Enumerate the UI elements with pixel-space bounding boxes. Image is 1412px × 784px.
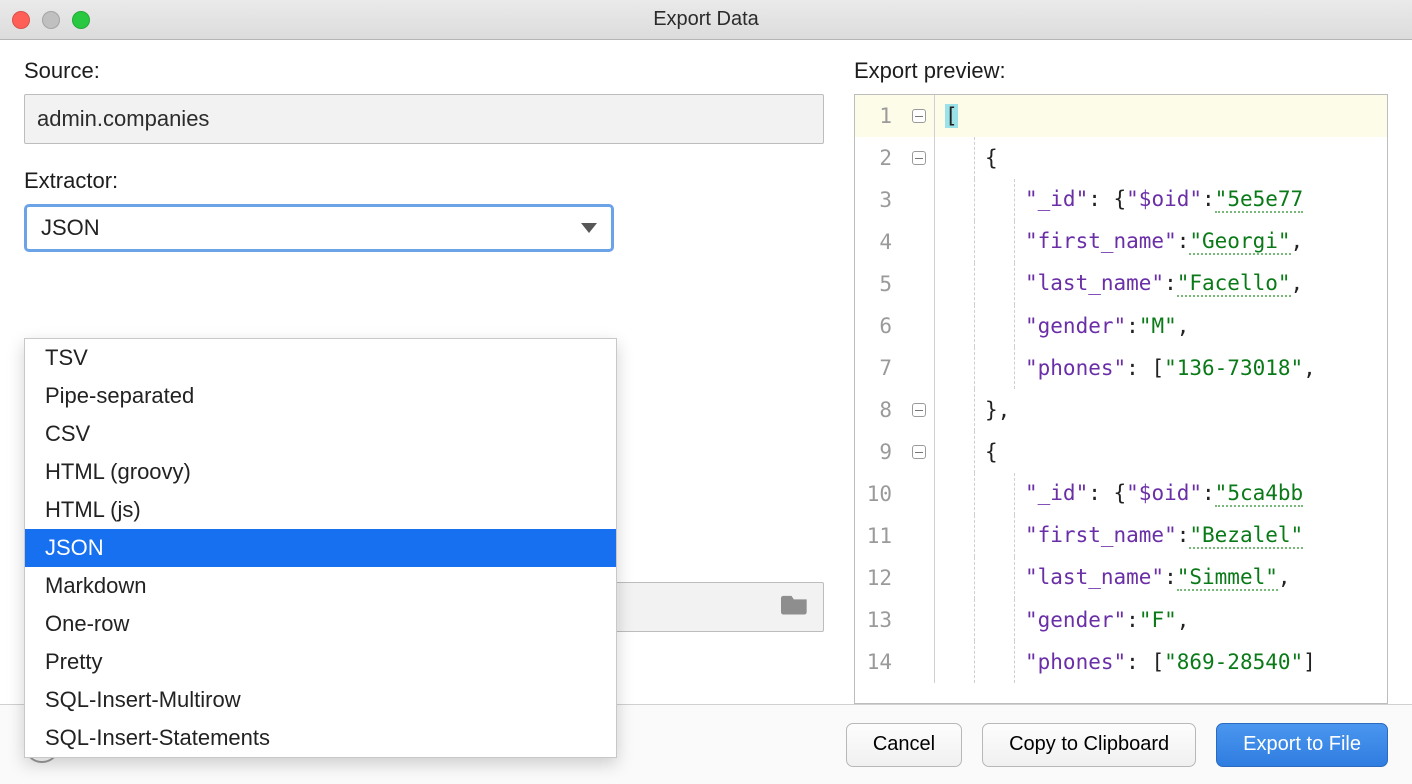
fold-gutter[interactable]: [903, 179, 935, 221]
code-content: [: [935, 104, 958, 128]
line-number: 12: [855, 566, 903, 590]
titlebar: Export Data: [0, 0, 1412, 40]
code-line: 10 "_id": {"$oid": "5ca4bb: [855, 473, 1387, 515]
code-content: "_id": {"$oid": "5ca4bb: [1015, 481, 1303, 507]
source-input[interactable]: [24, 94, 824, 144]
fold-gutter[interactable]: [903, 221, 935, 263]
code-line: 14 "phones": ["869-28540"]: [855, 641, 1387, 683]
line-number: 11: [855, 524, 903, 548]
code-content: {: [975, 440, 998, 464]
code-line: 11 "first_name": "Bezalel": [855, 515, 1387, 557]
export-to-file-button[interactable]: Export to File: [1216, 723, 1388, 767]
fold-gutter[interactable]: [903, 95, 935, 137]
dropdown-item[interactable]: Pipe-separated: [25, 377, 616, 415]
line-number: 10: [855, 482, 903, 506]
dropdown-item[interactable]: SQL-Insert-Multirow: [25, 681, 616, 719]
fold-handle-icon[interactable]: [912, 151, 926, 165]
code-line: 12 "last_name": "Simmel",: [855, 557, 1387, 599]
fold-gutter[interactable]: [903, 347, 935, 389]
line-number: 1: [855, 104, 903, 128]
fold-gutter[interactable]: [903, 473, 935, 515]
copy-to-clipboard-button[interactable]: Copy to Clipboard: [982, 723, 1196, 767]
line-number: 6: [855, 314, 903, 338]
code-content: "first_name": "Georgi",: [1015, 229, 1303, 255]
fold-handle-icon[interactable]: [912, 109, 926, 123]
code-content: "last_name": "Simmel",: [1015, 565, 1291, 591]
fold-gutter[interactable]: [903, 389, 935, 431]
code-line: 8},: [855, 389, 1387, 431]
line-number: 9: [855, 440, 903, 464]
extractor-label: Extractor:: [24, 168, 824, 194]
extractor-select[interactable]: JSON: [24, 204, 614, 252]
dropdown-item[interactable]: JSON: [25, 529, 616, 567]
code-content: "phones": ["869-28540"]: [1015, 650, 1316, 674]
code-line: 9{: [855, 431, 1387, 473]
line-number: 14: [855, 650, 903, 674]
window-title: Export Data: [0, 8, 1412, 31]
fold-gutter[interactable]: [903, 137, 935, 179]
fold-gutter[interactable]: [903, 641, 935, 683]
code-content: "_id": {"$oid": "5e5e77: [1015, 187, 1303, 213]
line-number: 5: [855, 272, 903, 296]
export-preview[interactable]: 1[2{3"_id": {"$oid": "5e5e774"first_name…: [854, 94, 1388, 704]
code-content: "phones": ["136-73018",: [1015, 356, 1316, 380]
fold-gutter[interactable]: [903, 431, 935, 473]
dropdown-item[interactable]: Markdown: [25, 567, 616, 605]
fold-gutter[interactable]: [903, 599, 935, 641]
line-number: 2: [855, 146, 903, 170]
line-number: 8: [855, 398, 903, 422]
folder-icon[interactable]: [781, 592, 809, 622]
fold-gutter[interactable]: [903, 263, 935, 305]
dropdown-item[interactable]: HTML (js): [25, 491, 616, 529]
code-line: 3 "_id": {"$oid": "5e5e77: [855, 179, 1387, 221]
dropdown-item[interactable]: One-row: [25, 605, 616, 643]
code-content: "gender": "F",: [1015, 608, 1189, 632]
code-line: 4 "first_name": "Georgi",: [855, 221, 1387, 263]
dropdown-item[interactable]: CSV: [25, 415, 616, 453]
line-number: 4: [855, 230, 903, 254]
dropdown-item[interactable]: TSV: [25, 339, 616, 377]
fold-handle-icon[interactable]: [912, 445, 926, 459]
code-content: {: [975, 146, 998, 170]
preview-label: Export preview:: [854, 58, 1388, 84]
code-line: 6 "gender": "M",: [855, 305, 1387, 347]
code-line: 2{: [855, 137, 1387, 179]
extractor-selected-text: JSON: [41, 215, 100, 241]
code-line: 1[: [855, 95, 1387, 137]
code-content: "first_name": "Bezalel": [1015, 523, 1303, 549]
chevron-down-icon: [581, 223, 597, 233]
code-content: "gender": "M",: [1015, 314, 1189, 338]
dropdown-item[interactable]: Pretty: [25, 643, 616, 681]
fold-gutter[interactable]: [903, 557, 935, 599]
cancel-button[interactable]: Cancel: [846, 723, 962, 767]
dropdown-item[interactable]: HTML (groovy): [25, 453, 616, 491]
fold-gutter[interactable]: [903, 515, 935, 557]
fold-handle-icon[interactable]: [912, 403, 926, 417]
code-content: },: [975, 398, 1010, 422]
fold-gutter[interactable]: [903, 305, 935, 347]
extractor-dropdown[interactable]: TSVPipe-separatedCSVHTML (groovy)HTML (j…: [24, 338, 617, 758]
source-label: Source:: [24, 58, 824, 84]
code-line: 13 "gender": "F",: [855, 599, 1387, 641]
code-line: 7 "phones": ["136-73018",: [855, 347, 1387, 389]
dropdown-item[interactable]: SQL-Insert-Statements: [25, 719, 616, 757]
line-number: 13: [855, 608, 903, 632]
code-content: "last_name": "Facello",: [1015, 271, 1303, 297]
line-number: 3: [855, 188, 903, 212]
code-line: 5 "last_name": "Facello",: [855, 263, 1387, 305]
line-number: 7: [855, 356, 903, 380]
